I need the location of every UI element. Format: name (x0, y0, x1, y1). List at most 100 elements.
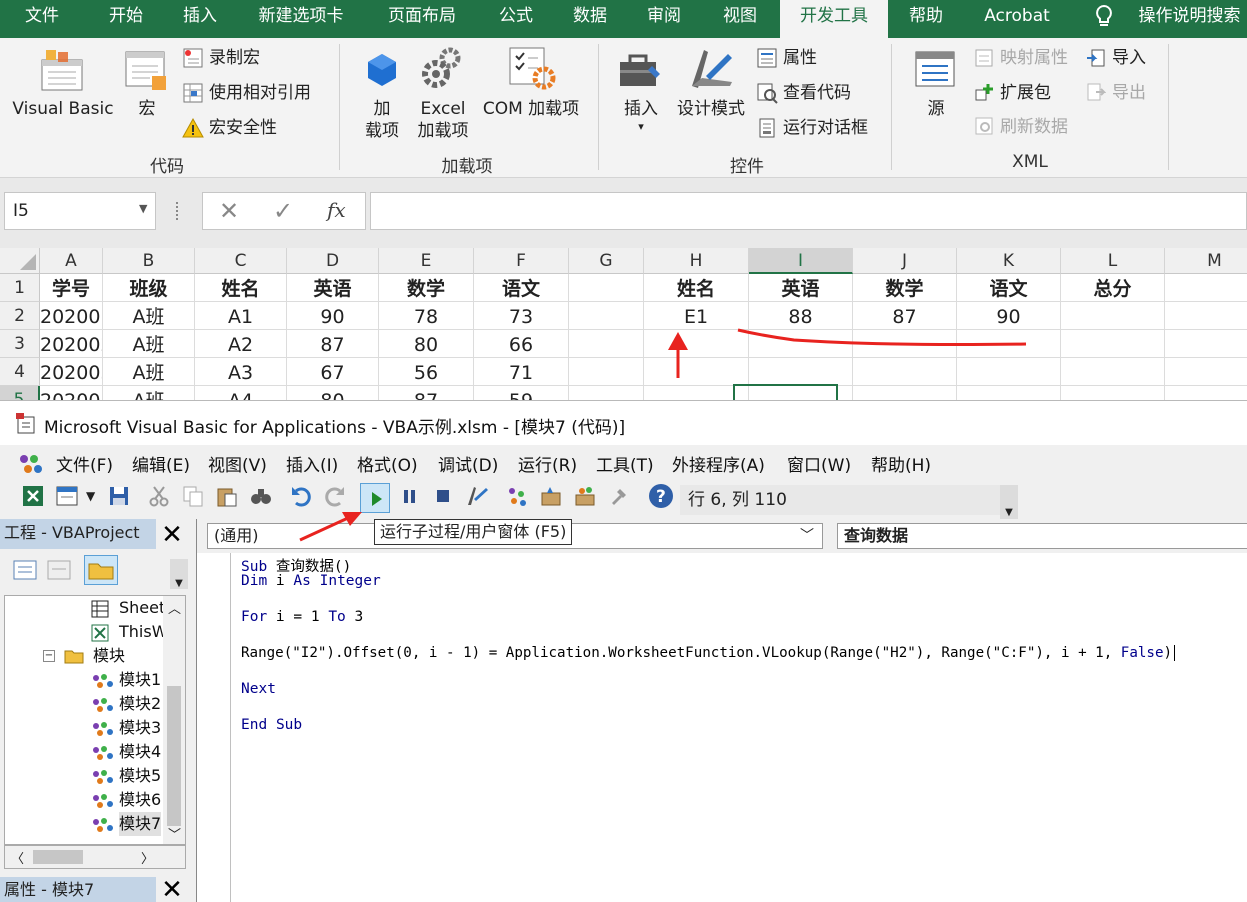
column-header-k[interactable]: K (957, 248, 1061, 274)
menu-addins[interactable]: 外接程序(A) (672, 451, 765, 476)
cell-k1[interactable]: 语文 (957, 274, 1061, 302)
column-header-j[interactable]: J (853, 248, 957, 274)
tree-item-module-6[interactable]: 模块6 (119, 788, 161, 812)
save-icon[interactable] (108, 485, 130, 507)
close-icon[interactable]: ✕ (158, 521, 186, 549)
view-code-button[interactable]: 查看代码 (783, 79, 851, 107)
tab-home[interactable]: 开始 (90, 0, 162, 34)
cell-a1[interactable]: 学号 (40, 274, 103, 302)
cell-i1[interactable]: 英语 (749, 274, 853, 302)
paste-icon[interactable] (216, 485, 238, 507)
cell-h1[interactable]: 姓名 (644, 274, 749, 302)
cell-j1[interactable]: 数学 (853, 274, 957, 302)
cell-g2[interactable] (569, 302, 644, 330)
cell-b4[interactable]: A班 (103, 358, 195, 386)
tree-item-module-5[interactable]: 模块5 (119, 764, 161, 788)
cancel-icon[interactable]: ✕ (219, 197, 239, 225)
cell-l5[interactable] (1061, 386, 1165, 400)
tree-item-thisworkbook[interactable]: ThisW (119, 620, 168, 644)
tab-new[interactable]: 新建选项卡 (246, 0, 356, 34)
cell-d5[interactable]: 80 (287, 386, 379, 400)
cell-m4[interactable] (1165, 358, 1247, 386)
name-box[interactable]: I5 ▼ (4, 192, 156, 230)
scroll-down-icon[interactable]: ﹀ (168, 824, 181, 843)
reset-icon[interactable] (432, 485, 454, 507)
cell-k4[interactable] (957, 358, 1061, 386)
column-header-i[interactable]: I (749, 248, 853, 274)
tab-acrobat[interactable]: Acrobat (972, 0, 1062, 34)
enter-check-icon[interactable]: ✓ (273, 197, 293, 225)
cell-l1[interactable]: 总分 (1061, 274, 1165, 302)
cell-f2[interactable]: 73 (474, 302, 569, 330)
code-line-4[interactable]: Range("I2").Offset(0, i - 1) = Applicati… (241, 645, 1176, 661)
column-header-h[interactable]: H (644, 248, 749, 274)
tell-me-search[interactable]: 操作说明搜索 (1132, 0, 1247, 34)
cell-m2[interactable] (1165, 302, 1247, 330)
toggle-folders-icon[interactable] (84, 555, 118, 585)
menu-view[interactable]: 视图(V) (208, 451, 267, 476)
cell-f5[interactable]: 59 (474, 386, 569, 400)
visual-basic-button[interactable]: Visual Basic (8, 98, 118, 120)
copy-icon[interactable] (182, 485, 204, 507)
cell-g3[interactable] (569, 330, 644, 358)
cell-c2[interactable]: A1 (195, 302, 287, 330)
code-line-5[interactable]: Next (241, 681, 276, 697)
design-mode-button[interactable]: 设计模式 (672, 98, 750, 120)
cell-g5[interactable] (569, 386, 644, 400)
export-button[interactable]: 导出 (1112, 79, 1146, 107)
cell-e4[interactable]: 56 (379, 358, 474, 386)
cell-j4[interactable] (853, 358, 957, 386)
scroll-thumb[interactable] (167, 686, 181, 826)
view-code-icon[interactable] (10, 557, 42, 583)
menu-debug[interactable]: 调试(D) (438, 451, 498, 476)
view-object-icon[interactable] (44, 557, 76, 583)
cell-d3[interactable]: 87 (287, 330, 379, 358)
tab-data[interactable]: 数据 (558, 0, 622, 34)
cell-e5[interactable]: 87 (379, 386, 474, 400)
cut-icon[interactable] (148, 485, 170, 507)
cell-b2[interactable]: A班 (103, 302, 195, 330)
chevron-down-icon[interactable]: ▼ (86, 489, 95, 503)
view-excel-icon[interactable] (22, 485, 44, 507)
run-dialog-button[interactable]: 运行对话框 (783, 114, 868, 142)
tab-review[interactable]: 审阅 (632, 0, 696, 34)
cell-m3[interactable] (1165, 330, 1247, 358)
tab-help[interactable]: 帮助 (894, 0, 958, 34)
tree-item-module-4[interactable]: 模块4 (119, 740, 161, 764)
collapse-toggle-icon[interactable]: − (43, 650, 55, 662)
map-properties-button[interactable]: 映射属性 (1000, 44, 1068, 72)
code-line-6[interactable]: End Sub (241, 717, 302, 733)
row-header-2[interactable]: 2 (0, 302, 40, 330)
hscroll-thumb[interactable] (33, 850, 83, 864)
tree-item-module-1[interactable]: 模块1 (119, 668, 161, 692)
cell-c5[interactable]: A4 (195, 386, 287, 400)
cell-f1[interactable]: 语文 (474, 274, 569, 302)
cell-d1[interactable]: 英语 (287, 274, 379, 302)
design-mode-icon[interactable] (466, 485, 488, 507)
scroll-up-icon[interactable]: ︿ (168, 598, 181, 617)
formula-input[interactable] (370, 192, 1247, 230)
menu-window[interactable]: 窗口(W) (787, 451, 851, 476)
insert-function-icon[interactable]: fx (327, 198, 346, 222)
cell-g4[interactable] (569, 358, 644, 386)
menu-format[interactable]: 格式(O) (357, 451, 418, 476)
break-icon[interactable] (398, 485, 420, 507)
splitter-handle[interactable] (176, 202, 180, 220)
refresh-data-button[interactable]: 刷新数据 (1000, 113, 1068, 141)
scroll-left-icon[interactable]: 〈 (11, 848, 24, 867)
cell-f3[interactable]: 66 (474, 330, 569, 358)
column-header-l[interactable]: L (1061, 248, 1165, 274)
row-header-5[interactable]: 5 (0, 386, 40, 400)
cell-d4[interactable]: 67 (287, 358, 379, 386)
cell-c4[interactable]: A3 (195, 358, 287, 386)
column-header-c[interactable]: C (195, 248, 287, 274)
column-header-d[interactable]: D (287, 248, 379, 274)
select-all-corner[interactable] (0, 248, 40, 274)
cell-m1[interactable] (1165, 274, 1247, 302)
object-browser-icon[interactable] (574, 485, 596, 507)
procedure-combo[interactable]: 查询数据 (837, 523, 1247, 549)
cell-e2[interactable]: 78 (379, 302, 474, 330)
column-header-m[interactable]: M (1165, 248, 1247, 274)
cell-l4[interactable] (1061, 358, 1165, 386)
redo-icon[interactable] (324, 485, 346, 507)
